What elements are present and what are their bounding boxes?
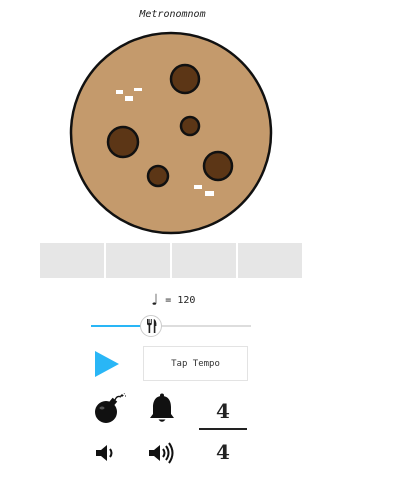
- chocolate-chip: [169, 63, 201, 95]
- bomb-icon[interactable]: [93, 393, 127, 425]
- cookie-image[interactable]: [68, 30, 274, 236]
- play-icon[interactable]: [94, 350, 120, 378]
- tempo-readout: ♩ = 120: [0, 290, 345, 309]
- beat-cell-1[interactable]: [40, 243, 104, 278]
- tempo-equals: =: [165, 295, 172, 306]
- sugar-crystal: [116, 90, 123, 94]
- chocolate-chip: [106, 125, 140, 159]
- time-signature-divider: [199, 428, 247, 430]
- volume-up-icon[interactable]: [147, 441, 177, 465]
- sugar-crystal: [194, 185, 202, 189]
- cookie-dough: [69, 31, 273, 235]
- sugar-crystal: [205, 191, 214, 196]
- chocolate-chip: [179, 115, 201, 137]
- chocolate-chip: [202, 150, 234, 182]
- beat-cell-4[interactable]: [238, 243, 302, 278]
- beat-indicator-bar: [40, 243, 302, 278]
- volume-down-icon[interactable]: [94, 442, 116, 464]
- sugar-crystal: [125, 96, 133, 101]
- beat-cell-2[interactable]: [106, 243, 170, 278]
- slider-thumb[interactable]: [140, 315, 162, 337]
- fork-knife-icon: [147, 319, 157, 333]
- tempo-slider[interactable]: [91, 315, 251, 337]
- bell-icon[interactable]: [148, 393, 176, 423]
- app-title: Metronomnom: [139, 9, 206, 20]
- time-signature-numerator[interactable]: 4: [199, 399, 247, 423]
- quarter-note-icon: ♩: [149, 290, 160, 309]
- tap-tempo-button[interactable]: Tap Tempo: [143, 346, 248, 381]
- chocolate-chip: [146, 164, 170, 188]
- tempo-bpm: 120: [177, 295, 196, 306]
- time-signature-denominator[interactable]: 4: [199, 440, 247, 464]
- beat-cell-3[interactable]: [172, 243, 236, 278]
- sugar-crystal: [134, 88, 142, 91]
